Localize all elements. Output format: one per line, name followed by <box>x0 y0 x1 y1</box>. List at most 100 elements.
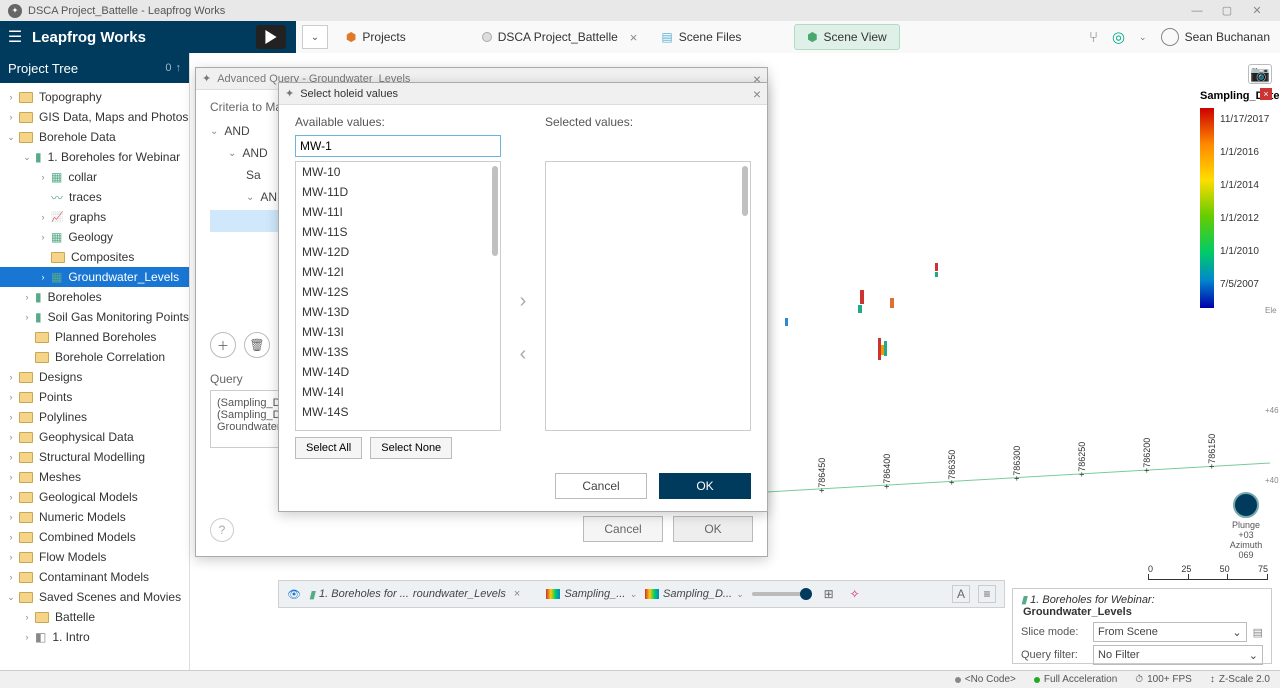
list-item[interactable]: MW-14I <box>296 382 500 402</box>
list-item[interactable]: MW-12S <box>296 282 500 302</box>
tree-node[interactable]: ›Meshes <box>0 467 189 487</box>
list-item[interactable]: MW-12I <box>296 262 500 282</box>
project-tree[interactable]: ›Topography›GIS Data, Maps and Photos⌄Bo… <box>0 83 189 651</box>
sv-selected-list[interactable] <box>545 161 751 431</box>
sv-available-list[interactable]: MW-10MW-11DMW-11IMW-11SMW-12DMW-12IMW-12… <box>295 161 501 431</box>
tool-icon-2[interactable]: ✧ <box>846 585 864 603</box>
chevron-icon[interactable]: › <box>6 572 16 582</box>
camera-button[interactable]: 📷 <box>1248 64 1272 84</box>
sv-search-input[interactable] <box>295 135 501 157</box>
tree-node[interactable]: ›▦Geology <box>0 227 189 247</box>
tree-node[interactable]: ›Numeric Models <box>0 507 189 527</box>
chevron-icon[interactable]: › <box>6 372 16 382</box>
sv-move-right[interactable]: › <box>520 290 527 313</box>
chevron-icon[interactable]: › <box>6 532 16 542</box>
aq-delete-button[interactable]: 🗑 <box>244 332 270 358</box>
chevron-icon[interactable]: › <box>6 552 16 562</box>
sv-scrollbar-right[interactable] <box>742 166 748 216</box>
aq-and-2[interactable]: AND <box>242 146 267 160</box>
aq-add-button[interactable]: ＋ <box>210 332 236 358</box>
tree-node[interactable]: ⌄Borehole Data <box>0 127 189 147</box>
chevron-icon[interactable]: › <box>6 412 16 422</box>
chevron-icon[interactable]: › <box>6 492 16 502</box>
chip-sampling-d[interactable]: Sampling_D... ⌄ <box>645 588 744 600</box>
branch-icon[interactable]: ⑂ <box>1089 29 1098 46</box>
list-item[interactable]: MW-12D <box>296 242 500 262</box>
tree-node[interactable]: ›Points <box>0 387 189 407</box>
chevron-icon[interactable]: › <box>6 112 16 122</box>
list-item[interactable]: MW-13I <box>296 322 500 342</box>
props-filter-select[interactable]: No Filter⌄ <box>1093 645 1263 665</box>
list-item[interactable]: MW-14D <box>296 362 500 382</box>
chevron-icon[interactable]: ⌄ <box>6 592 16 603</box>
compass[interactable]: Plunge +03 Azimuth 069 <box>1224 492 1268 560</box>
tree-node[interactable]: ›▦Groundwater_Levels <box>0 267 189 287</box>
aq-help-button[interactable]: ? <box>210 518 234 542</box>
chevron-icon[interactable]: › <box>6 452 16 462</box>
tree-node[interactable]: ›Topography <box>0 87 189 107</box>
list-item[interactable]: MW-10 <box>296 162 500 182</box>
chevron-icon[interactable]: › <box>38 212 48 222</box>
sv-cancel-button[interactable]: Cancel <box>555 473 647 499</box>
status-zscale[interactable]: ↕Z-Scale 2.0 <box>1210 674 1270 685</box>
sync-dropdown[interactable]: ⌄ <box>1139 32 1147 43</box>
chevron-icon[interactable]: ⌄ <box>22 152 32 163</box>
tree-node[interactable]: Composites <box>0 247 189 267</box>
tree-node[interactable]: ›Flow Models <box>0 547 189 567</box>
legend-close[interactable]: × <box>1260 88 1272 100</box>
tab-project-close[interactable]: × <box>630 30 638 45</box>
window-minimize[interactable]: — <box>1182 5 1212 17</box>
chevron-icon[interactable]: › <box>6 432 16 442</box>
tree-node[interactable]: 〰traces <box>0 187 189 207</box>
chevron-icon[interactable]: › <box>6 512 16 522</box>
tab-projects[interactable]: ⬢ Projects <box>334 21 418 53</box>
list-item[interactable]: MW-13D <box>296 302 500 322</box>
hamburger-menu[interactable]: ☰ <box>0 27 30 47</box>
tree-node[interactable]: ›Polylines <box>0 407 189 427</box>
tree-node[interactable]: ›Battelle <box>0 607 189 627</box>
tab-project[interactable]: DSCA Project_Battelle × <box>470 21 650 53</box>
tree-node[interactable]: ›Structural Modelling <box>0 447 189 467</box>
tree-node[interactable]: ›Contaminant Models <box>0 567 189 587</box>
chevron-icon[interactable]: › <box>6 472 16 482</box>
aq-ok-button[interactable]: OK <box>673 516 753 542</box>
sv-ok-button[interactable]: OK <box>659 473 751 499</box>
tree-node[interactable]: ›Geophysical Data <box>0 427 189 447</box>
chip1-close[interactable]: × <box>514 588 520 600</box>
tool-text[interactable]: A <box>952 585 970 603</box>
list-item[interactable]: MW-11I <box>296 202 500 222</box>
tab-scene-files[interactable]: ▤ Scene Files <box>649 21 753 53</box>
sv-select-none[interactable]: Select None <box>370 437 452 459</box>
aq-and-1[interactable]: AND <box>224 124 249 138</box>
user-menu[interactable]: Sean Buchanan <box>1161 28 1270 46</box>
tree-node[interactable]: Planned Boreholes <box>0 327 189 347</box>
tree-node[interactable]: ›Combined Models <box>0 527 189 547</box>
sidebar-up-icon[interactable]: ↑ <box>176 62 182 74</box>
chevron-icon[interactable]: ⌄ <box>6 132 16 143</box>
sv-close[interactable]: × <box>753 86 761 102</box>
chevron-icon[interactable]: › <box>38 272 48 282</box>
tool-list[interactable]: ≡ <box>978 585 996 603</box>
tree-node[interactable]: ⌄▮1. Boreholes for Webinar <box>0 147 189 167</box>
chevron-icon[interactable]: › <box>6 392 16 402</box>
props-slice-select[interactable]: From Scene⌄ <box>1093 622 1247 642</box>
tree-node[interactable]: ›▮Soil Gas Monitoring Points <box>0 307 189 327</box>
chevron-icon[interactable]: › <box>38 172 48 182</box>
tree-node[interactable]: ›▦collar <box>0 167 189 187</box>
tree-node[interactable]: ›◧1. Intro <box>0 627 189 647</box>
list-item[interactable]: MW-13S <box>296 342 500 362</box>
tree-node[interactable]: ›Designs <box>0 367 189 387</box>
tab-scene-view[interactable]: ⬢ Scene View <box>794 24 900 50</box>
sv-select-all[interactable]: Select All <box>295 437 362 459</box>
tree-node[interactable]: ›GIS Data, Maps and Photos <box>0 107 189 127</box>
tree-node[interactable]: ›📈graphs <box>0 207 189 227</box>
chip-sampling[interactable]: Sampling_... ⌄ <box>546 588 637 600</box>
tool-icon-1[interactable]: ⊞ <box>820 585 838 603</box>
chevron-icon[interactable]: › <box>22 312 32 322</box>
chevron-icon[interactable]: › <box>22 612 32 622</box>
chevron-icon[interactable]: › <box>22 632 32 642</box>
sv-scrollbar[interactable] <box>492 166 498 256</box>
window-close[interactable]: ✕ <box>1242 4 1272 17</box>
tree-node[interactable]: Borehole Correlation <box>0 347 189 367</box>
props-slice-extra[interactable]: ▤ <box>1253 626 1263 639</box>
